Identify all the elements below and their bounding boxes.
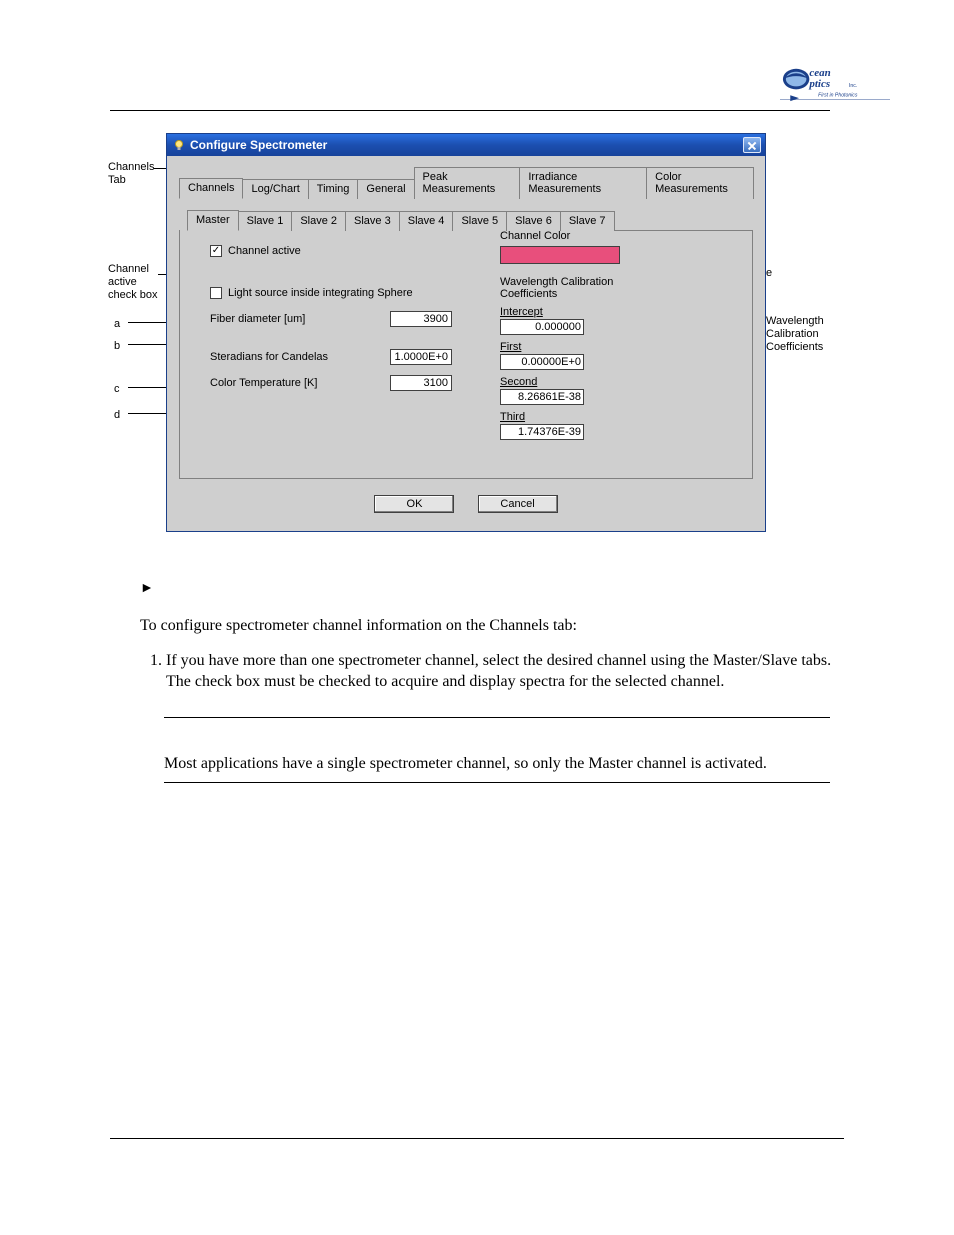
intercept-label: Intercept	[500, 306, 720, 318]
tab-channels[interactable]: Channels	[179, 178, 243, 199]
app-icon	[173, 139, 185, 151]
close-button[interactable]	[743, 137, 761, 153]
svg-text:ptics: ptics	[808, 78, 830, 90]
fiber-diameter-label: Fiber diameter [um]	[210, 313, 390, 325]
svg-text:First in Photonics: First in Photonics	[818, 93, 858, 99]
intercept-input[interactable]	[500, 319, 584, 335]
ok-button[interactable]: OK	[374, 495, 454, 513]
note-text: Most applications have a single spectrom…	[164, 754, 830, 775]
dialog-title: Configure Spectrometer	[190, 138, 327, 152]
callout-c: c	[114, 383, 120, 396]
callout-b: b	[114, 340, 120, 353]
subtab-slave1[interactable]: Slave 1	[238, 211, 293, 231]
channel-subtabstrip: Master Slave 1 Slave 2 Slave 3 Slave 4 S…	[187, 209, 753, 231]
callout-a: a	[114, 318, 120, 331]
tab-peak-measurements[interactable]: Peak Measurements	[414, 167, 521, 199]
callout-wavelength: Wavelength Calibration Coefficients	[766, 315, 824, 355]
tab-general[interactable]: General	[357, 179, 414, 199]
second-input[interactable]	[500, 389, 584, 405]
subtab-slave6[interactable]: Slave 6	[506, 211, 561, 231]
tab-irradiance-measurements[interactable]: Irradiance Measurements	[519, 167, 647, 199]
channel-active-label: Channel active	[228, 245, 301, 257]
tab-log-chart[interactable]: Log/Chart	[242, 179, 308, 199]
channel-color-swatch[interactable]	[500, 246, 620, 264]
color-temperature-label: Color Temperature [K]	[210, 377, 390, 389]
first-label: First	[500, 341, 720, 353]
steradians-input[interactable]	[390, 349, 452, 365]
callout-channels-tab: Channels Tab	[108, 161, 154, 187]
channel-panel: Channel active Light source inside integ…	[179, 230, 753, 479]
subtab-slave2[interactable]: Slave 2	[291, 211, 346, 231]
page-footer-rule	[110, 1138, 844, 1139]
svg-text:cean: cean	[809, 67, 830, 79]
step-1-part-b: check box must be checked to acquire and…	[195, 673, 725, 690]
callout-channel-active: Channel active check box	[108, 263, 158, 303]
procedure-arrow-icon: ►	[140, 580, 854, 598]
subtab-slave3[interactable]: Slave 3	[345, 211, 400, 231]
third-label: Third	[500, 411, 720, 423]
cancel-button[interactable]: Cancel	[478, 495, 558, 513]
second-label: Second	[500, 376, 720, 388]
subtab-slave7[interactable]: Slave 7	[560, 211, 615, 231]
callout-e: e	[766, 267, 772, 280]
main-tabstrip: Channels Log/Chart Timing General Peak M…	[179, 166, 753, 199]
third-input[interactable]	[500, 424, 584, 440]
channel-color-label: Channel Color	[500, 230, 720, 242]
step-1: If you have more than one spectrometer c…	[166, 651, 854, 693]
steradians-label: Steradians for Candelas	[210, 351, 390, 363]
wavelength-coef-title: Wavelength Calibration Coefficients	[500, 276, 720, 300]
configure-spectrometer-dialog: Configure Spectrometer Channels Log/Char…	[166, 133, 766, 532]
intro-text: To configure spectrometer channel inform…	[140, 616, 854, 637]
subtab-master[interactable]: Master	[187, 210, 239, 231]
fiber-diameter-input[interactable]	[390, 311, 452, 327]
light-source-label: Light source inside integrating Sphere	[228, 287, 413, 299]
first-input[interactable]	[500, 354, 584, 370]
brand-logo: cean ptics Inc. First in Photonics	[780, 62, 890, 102]
channel-active-checkbox[interactable]	[210, 245, 222, 257]
note-rule-top	[164, 717, 830, 718]
callout-d: d	[114, 409, 120, 422]
subtab-slave4[interactable]: Slave 4	[399, 211, 454, 231]
note-rule-bottom	[164, 782, 830, 783]
color-temperature-input[interactable]	[390, 375, 452, 391]
svg-text:Inc.: Inc.	[849, 83, 857, 89]
titlebar[interactable]: Configure Spectrometer	[167, 134, 765, 156]
subtab-slave5[interactable]: Slave 5	[452, 211, 507, 231]
light-source-checkbox[interactable]	[210, 287, 222, 299]
tab-color-measurements[interactable]: Color Measurements	[646, 167, 754, 199]
tab-timing[interactable]: Timing	[308, 179, 359, 199]
